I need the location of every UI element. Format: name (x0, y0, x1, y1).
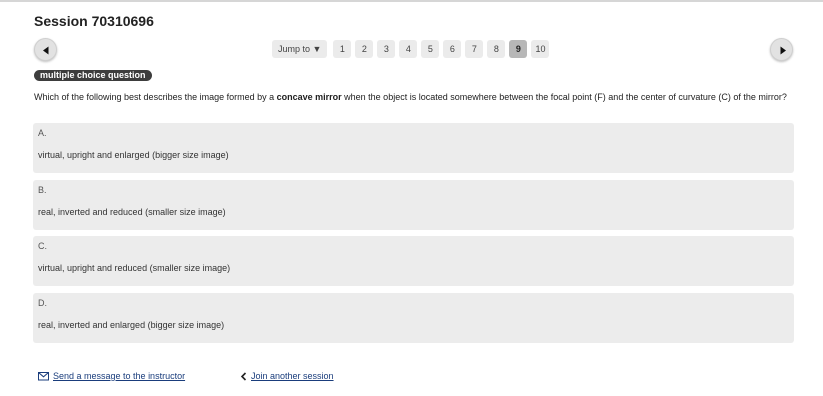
envelope-icon (38, 371, 49, 380)
question-text-end: when the object is located somewhere bet… (341, 92, 787, 102)
page-button-8[interactable]: 8 (487, 40, 506, 58)
option-text: virtual, upright and reduced (smaller si… (38, 263, 231, 273)
chevron-left-icon (240, 371, 247, 381)
triangle-right-icon (780, 46, 786, 55)
send-message-label: Send a message to the instructor (53, 371, 186, 381)
next-question-button[interactable] (770, 38, 793, 61)
previous-question-button[interactable] (34, 38, 57, 61)
answer-option-c[interactable]: C. virtual, upright and reduced (smaller… (33, 236, 794, 286)
option-letter: D. (38, 298, 47, 308)
page-button-2[interactable]: 2 (355, 40, 374, 58)
send-message-link[interactable]: Send a message to the instructor (38, 371, 185, 381)
page-button-4[interactable]: 4 (399, 40, 418, 58)
page-button-7[interactable]: 7 (465, 40, 484, 58)
answer-option-b[interactable]: B. real, inverted and reduced (smaller s… (33, 180, 794, 230)
option-text: real, inverted and reduced (smaller size… (38, 207, 226, 217)
page-button-1[interactable]: 1 (333, 40, 352, 58)
join-session-label: Join another session (251, 371, 334, 381)
question-text: Which of the following best describes th… (34, 92, 794, 102)
option-text: real, inverted and enlarged (bigger size… (38, 320, 225, 330)
question-key-term: concave mirror (276, 92, 342, 102)
option-letter: B. (38, 185, 47, 195)
answer-option-d[interactable]: D. real, inverted and enlarged (bigger s… (33, 293, 794, 343)
answer-option-a[interactable]: A. virtual, upright and enlarged (bigger… (33, 123, 794, 173)
page-button-5[interactable]: 5 (421, 40, 440, 58)
page-button-10[interactable]: 10 (531, 40, 550, 58)
page-button-9-current[interactable]: 9 (509, 40, 528, 58)
question-type-badge: multiple choice question (34, 70, 152, 81)
page-button-3[interactable]: 3 (377, 40, 396, 58)
question-text-start: Which of the following best describes th… (34, 92, 277, 102)
option-text: virtual, upright and enlarged (bigger si… (38, 150, 229, 160)
question-pager: Jump to ▼ 1 2 3 4 5 6 7 8 9 10 (272, 40, 550, 58)
top-divider (0, 0, 823, 2)
page-button-6[interactable]: 6 (443, 40, 462, 58)
jump-to-dropdown[interactable]: Jump to ▼ (272, 40, 328, 58)
option-letter: A. (38, 128, 47, 138)
page-title: Session 70310696 (34, 13, 154, 29)
join-session-link[interactable]: Join another session (240, 371, 334, 381)
option-letter: C. (38, 241, 47, 251)
triangle-left-icon (43, 46, 49, 55)
